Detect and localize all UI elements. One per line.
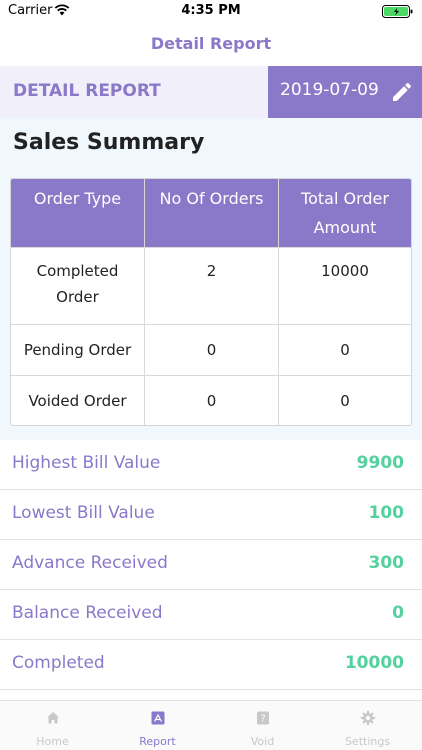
- tab-label: Home: [36, 735, 69, 748]
- date-picker-button[interactable]: 2019-07-09: [268, 66, 422, 118]
- tab-report[interactable]: Report: [105, 701, 210, 750]
- page-title: Detail Report: [150, 34, 272, 53]
- tab-void[interactable]: ? Void: [210, 701, 315, 750]
- metric-row-completed: Completed 10000: [0, 640, 422, 690]
- metric-label: Lowest Bill Value: [12, 503, 155, 523]
- status-bar: Carrier 4:35 PM: [0, 0, 422, 22]
- home-icon: [47, 712, 59, 724]
- tab-settings[interactable]: Settings: [315, 701, 420, 750]
- order-type-cell: Completed Order: [36, 262, 119, 306]
- order-amount-cell: 0: [278, 376, 411, 425]
- navigation-bar: Detail Report: [0, 22, 422, 66]
- tab-home[interactable]: Home: [0, 701, 105, 750]
- metric-label: Highest Bill Value: [12, 453, 161, 473]
- table-row: Pending Order 0 0: [11, 324, 411, 375]
- metric-value: 9900: [356, 453, 404, 473]
- metric-value: 100: [368, 503, 405, 523]
- settings-icon: [360, 710, 376, 726]
- column-header-total-amount: Total Order Amount: [278, 179, 411, 247]
- tab-bar: Home Report ? Void Settings: [0, 700, 422, 750]
- metric-label: Advance Received: [12, 553, 168, 573]
- tab-label: Report: [139, 735, 176, 748]
- sales-summary-title: Sales Summary: [13, 130, 205, 155]
- order-count-cell: 2: [144, 248, 278, 324]
- sales-summary-table: Order Type No Of Orders Total Order Amou…: [10, 178, 412, 426]
- order-type-cell: Voided Order: [28, 392, 127, 410]
- table-header: Order Type No Of Orders Total Order Amou…: [11, 179, 411, 247]
- report-date: 2019-07-09: [280, 80, 379, 100]
- metric-row-balance-received: Balance Received 0: [0, 590, 422, 640]
- order-count-cell: 0: [144, 376, 278, 425]
- metric-value: 300: [368, 553, 405, 573]
- metric-value: 0: [392, 603, 404, 623]
- void-icon: ?: [257, 711, 269, 725]
- column-header-no-of-orders: No Of Orders: [144, 179, 278, 247]
- order-amount-cell: 0: [278, 325, 411, 375]
- svg-text:?: ?: [260, 714, 265, 725]
- tab-label: Void: [250, 735, 275, 748]
- order-type-cell: Pending Order: [23, 341, 132, 359]
- report-header-title: DETAIL REPORT: [13, 81, 161, 101]
- status-time: 4:35 PM: [181, 3, 241, 18]
- report-header: DETAIL REPORT 2019-07-09: [0, 66, 422, 118]
- table-row: Completed Order 2 10000: [11, 247, 411, 324]
- order-count-cell: 0: [144, 325, 278, 375]
- metric-row-advance-received: Advance Received 300: [0, 540, 422, 590]
- table-row: Voided Order 0 0: [11, 375, 411, 425]
- report-icon: [151, 711, 165, 725]
- order-amount-cell: 10000: [278, 248, 411, 324]
- sales-summary-section: Sales Summary Order Type No Of Orders To…: [0, 118, 422, 440]
- metric-label: Completed: [12, 653, 105, 673]
- metric-value: 10000: [344, 653, 404, 673]
- metric-row-highest-bill: Highest Bill Value 9900: [0, 440, 422, 490]
- pencil-icon[interactable]: [390, 80, 414, 104]
- column-header-order-type: Order Type: [33, 189, 122, 208]
- battery-icon: [382, 5, 413, 18]
- metric-row-lowest-bill: Lowest Bill Value 100: [0, 490, 422, 540]
- tab-label: Settings: [344, 735, 391, 748]
- metric-label: Balance Received: [12, 603, 163, 623]
